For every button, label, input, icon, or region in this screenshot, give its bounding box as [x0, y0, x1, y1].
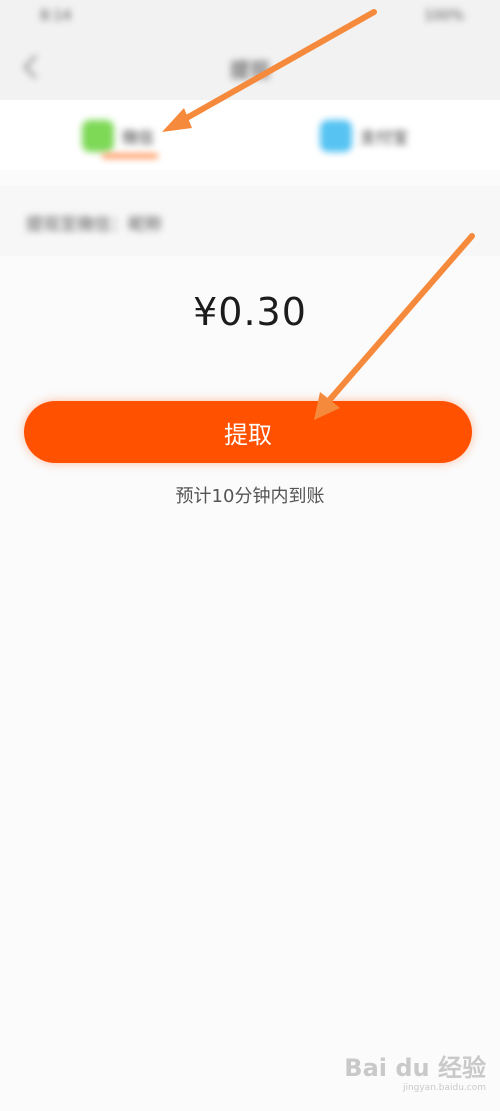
tab-wechat-label: 微信: [122, 128, 155, 147]
withdraw-button[interactable]: 提取: [24, 401, 472, 463]
watermark-url: jingyan.baidu.com: [402, 1083, 486, 1093]
watermark-logo: Bai du 经验: [344, 1054, 486, 1082]
balance-amount: ¥0.30: [193, 290, 307, 334]
arrival-estimate: 预计10分钟内到账: [175, 486, 325, 507]
active-tab-indicator: [102, 154, 158, 158]
watermark: Bai du 经验 jingyan.baidu.com: [344, 1048, 486, 1093]
alipay-icon: [320, 120, 352, 152]
status-bar: 8:14 100%: [0, 0, 500, 34]
page-title: 提现: [230, 58, 270, 82]
account-info-text: 提现至微信：昵称: [26, 215, 162, 235]
tab-wechat[interactable]: 微信: [82, 116, 154, 156]
status-battery: 100%: [423, 8, 464, 24]
nav-bar: 提现: [0, 34, 500, 100]
account-info-row: 提现至微信：昵称: [0, 186, 500, 256]
tab-alipay[interactable]: 支付宝: [320, 116, 408, 156]
status-time: 8:14: [40, 8, 72, 24]
payment-tabs: 微信 支付宝: [0, 100, 500, 170]
tab-alipay-label: 支付宝: [360, 128, 409, 147]
wechat-icon: [82, 120, 114, 152]
